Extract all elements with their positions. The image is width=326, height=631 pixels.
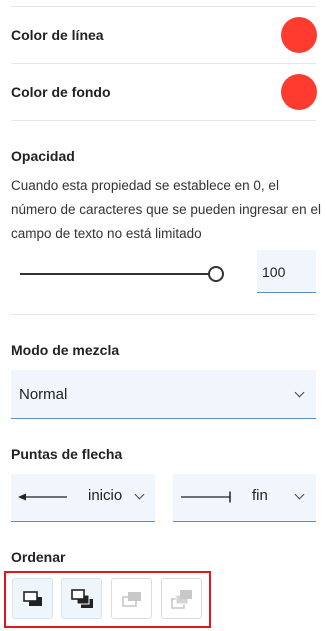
- line-bar-end-icon: [181, 491, 231, 503]
- arrow-start-value: inicio: [88, 487, 123, 504]
- arrow-end-value: fin: [252, 487, 268, 504]
- opacity-value: 100: [262, 264, 286, 280]
- line-color-label: Color de línea: [11, 27, 104, 43]
- divider: [11, 120, 316, 121]
- chevron-down-icon: [134, 489, 145, 500]
- opacity-input[interactable]: 100: [257, 250, 316, 293]
- divider: [11, 63, 316, 64]
- bring-forward-icon: [23, 591, 42, 606]
- divider: [11, 314, 316, 315]
- arrow-left-icon: [18, 493, 67, 501]
- send-backward-button[interactable]: [111, 578, 152, 619]
- arrow-end-select[interactable]: fin: [173, 474, 316, 522]
- arrow-start-select[interactable]: inicio: [11, 474, 155, 522]
- line-color-swatch[interactable]: [281, 17, 317, 53]
- send-backward-icon: [122, 592, 141, 607]
- chevron-down-icon: [294, 489, 305, 500]
- fill-color-label: Color de fondo: [11, 84, 111, 100]
- blend-mode-title: Modo de mezcla: [11, 342, 120, 358]
- bring-to-front-icon: [71, 589, 93, 608]
- opacity-title: Opacidad: [11, 148, 75, 164]
- opacity-slider-handle[interactable]: [208, 266, 224, 282]
- blend-mode-select[interactable]: Normal: [11, 370, 316, 419]
- top-divider: [11, 6, 316, 7]
- bring-to-front-button[interactable]: [61, 578, 102, 619]
- blend-mode-value: Normal: [19, 386, 68, 403]
- fill-color-swatch[interactable]: [281, 74, 317, 110]
- send-to-back-icon: [171, 590, 192, 609]
- arrowheads-title: Puntas de flecha: [11, 446, 123, 462]
- send-to-back-button[interactable]: [161, 578, 202, 619]
- chevron-down-icon: [294, 387, 305, 398]
- opacity-slider-track[interactable]: [20, 273, 211, 275]
- bring-forward-button[interactable]: [12, 578, 53, 619]
- order-title: Ordenar: [11, 549, 66, 565]
- opacity-description: Cuando esta propiedad se establece en 0,…: [11, 178, 321, 241]
